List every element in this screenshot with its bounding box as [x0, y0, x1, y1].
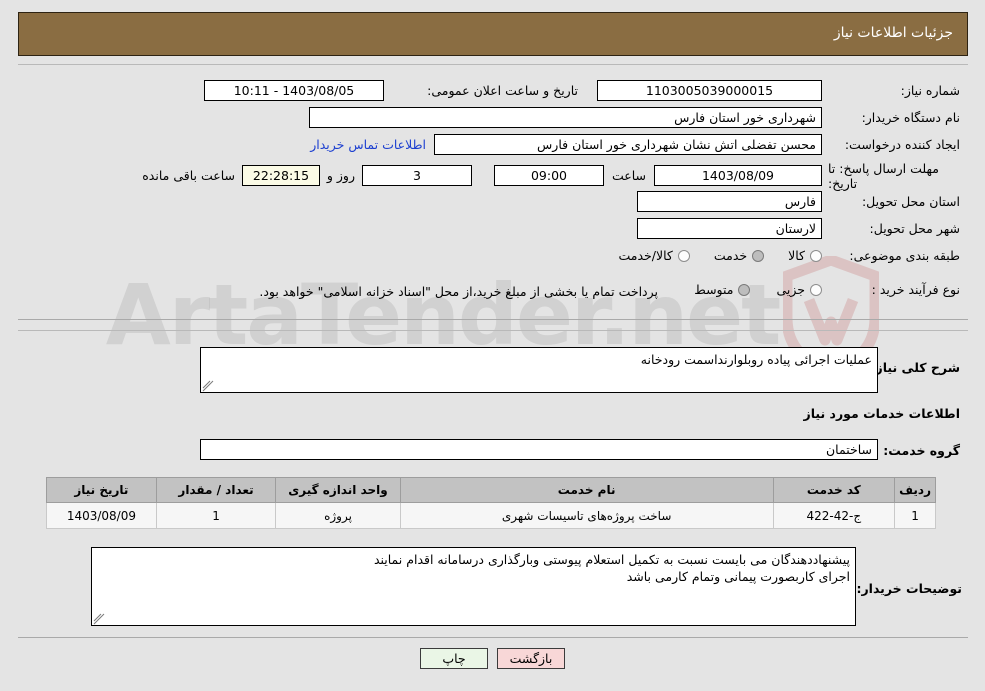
- requester-field[interactable]: محسن تفضلی اتش نشان شهرداری خور استان فا…: [434, 134, 822, 155]
- category-radio-group: کالا خدمت کالا/خدمت: [618, 248, 822, 263]
- cell-row-no: 1: [894, 502, 936, 529]
- deadline-hour-label: ساعت: [611, 168, 646, 183]
- delivery-province-label: استان محل تحویل:: [861, 194, 960, 209]
- table-col-row-no: ردیف: [894, 477, 936, 503]
- page-title: جزئیات اطلاعات نیاز: [833, 25, 953, 41]
- category-label: طبقه بندی موضوعی:: [849, 248, 960, 263]
- table-col-service-code: کد خدمت: [772, 477, 896, 503]
- table-col-need-date: تاریخ نیاز: [46, 477, 157, 503]
- table-col-service-name: نام خدمت: [399, 477, 774, 503]
- table-row: 1 ج-42-422 ساخت پروژه‌های تاسیسات شهری پ…: [46, 502, 936, 529]
- category-option-0-label: کالا: [788, 248, 805, 263]
- general-desc-textarea[interactable]: [200, 347, 878, 393]
- print-button[interactable]: چاپ: [420, 648, 488, 669]
- cell-quantity: 1: [155, 502, 277, 529]
- purchase-type-option-1-label: متوسط: [694, 282, 734, 297]
- category-option-1-label: خدمت: [713, 248, 748, 263]
- footer-button-bar: بازگشت چاپ: [0, 648, 985, 669]
- category-option-0[interactable]: کالا: [788, 248, 822, 263]
- need-info-panel: شماره نیاز: 1103005039000015 تاریخ و ساع…: [18, 64, 968, 320]
- purchase-type-note: پرداخت تمام یا بخشی از مبلغ خرید،از محل …: [259, 284, 658, 299]
- deadline-hour-field[interactable]: 09:00: [494, 165, 604, 186]
- page-header-bar: جزئیات اطلاعات نیاز: [18, 12, 968, 56]
- general-desc-textarea-wrap: [200, 347, 878, 393]
- announce-datetime-field[interactable]: 1403/08/05 - 10:11: [204, 80, 384, 101]
- radio-icon[interactable]: [752, 249, 765, 262]
- radio-icon[interactable]: [677, 249, 690, 262]
- deadline-countdown-field: 22:28:15: [242, 165, 320, 186]
- cell-service-name: ساخت پروژه‌های تاسیسات شهری: [399, 502, 774, 529]
- purchase-type-option-0-label: جزیی: [776, 282, 805, 297]
- services-section-title: اطلاعات خدمات مورد نیاز: [803, 406, 961, 421]
- table-col-unit: واحد اندازه گیری: [275, 477, 401, 503]
- purchase-type-label: نوع فرآیند خرید :: [871, 282, 960, 297]
- cell-need-date: 1403/08/09: [46, 502, 157, 529]
- delivery-city-label: شهر محل تحویل:: [869, 221, 960, 236]
- radio-icon[interactable]: [810, 283, 822, 296]
- back-button[interactable]: بازگشت: [497, 648, 565, 669]
- services-table: ردیف کد خدمت نام خدمت واحد اندازه گیری ت…: [46, 477, 936, 529]
- purchase-type-option-1[interactable]: متوسط: [694, 282, 751, 297]
- deadline-date-field[interactable]: 1403/08/09: [654, 165, 822, 186]
- category-option-2[interactable]: کالا/خدمت: [618, 248, 690, 263]
- delivery-city-field[interactable]: لارستان: [637, 218, 822, 239]
- buyer-org-field[interactable]: شهرداری خور استان فارس: [309, 107, 822, 128]
- purchase-type-radio-group: جزیی متوسط: [694, 282, 822, 297]
- announce-datetime-label: تاریخ و ساعت اعلان عمومی:: [427, 83, 578, 98]
- radio-icon[interactable]: [810, 249, 822, 262]
- requester-label: ایجاد کننده درخواست:: [844, 137, 960, 152]
- deadline-label-line1: مهلت ارسال پاسخ: تا: [828, 161, 939, 176]
- cell-service-code: ج-42-422: [772, 502, 896, 529]
- buyer-notes-textarea[interactable]: [91, 547, 856, 626]
- category-option-2-label: کالا/خدمت: [618, 248, 673, 263]
- need-number-field[interactable]: 1103005039000015: [597, 80, 822, 101]
- general-desc-label: شرح کلی نیاز:: [870, 360, 960, 375]
- buyer-notes-textarea-wrap: [91, 547, 856, 626]
- table-header-row: ردیف کد خدمت نام خدمت واحد اندازه گیری ت…: [46, 477, 936, 503]
- buyer-notes-panel: توضیحات خریدار:: [18, 541, 968, 638]
- table-col-quantity: تعداد / مقدار: [155, 477, 277, 503]
- buyer-org-label: نام دستگاه خریدار:: [861, 110, 960, 125]
- radio-icon[interactable]: [738, 283, 751, 296]
- delivery-province-field[interactable]: فارس: [637, 191, 822, 212]
- deadline-countdown-suffix-label: ساعت باقی مانده: [142, 168, 235, 183]
- cell-unit: پروژه: [275, 502, 401, 529]
- deadline-days-unit-label: روز و: [326, 168, 355, 183]
- buyer-notes-label: توضیحات خریدار:: [856, 581, 962, 596]
- deadline-label-line2: تاریخ:: [828, 176, 858, 191]
- category-option-1[interactable]: خدمت: [713, 248, 765, 263]
- buyer-contact-link[interactable]: اطلاعات تماس خریدار: [310, 137, 426, 152]
- service-group-field[interactable]: ساختمان: [200, 439, 878, 460]
- need-number-label: شماره نیاز:: [900, 83, 960, 98]
- deadline-days-field[interactable]: 3: [362, 165, 472, 186]
- service-group-label: گروه خدمت:: [883, 443, 960, 458]
- purchase-type-option-0[interactable]: جزیی: [776, 282, 822, 297]
- page-root: ArtaTender.net جزئیات اطلاعات نیاز شماره…: [0, 0, 985, 691]
